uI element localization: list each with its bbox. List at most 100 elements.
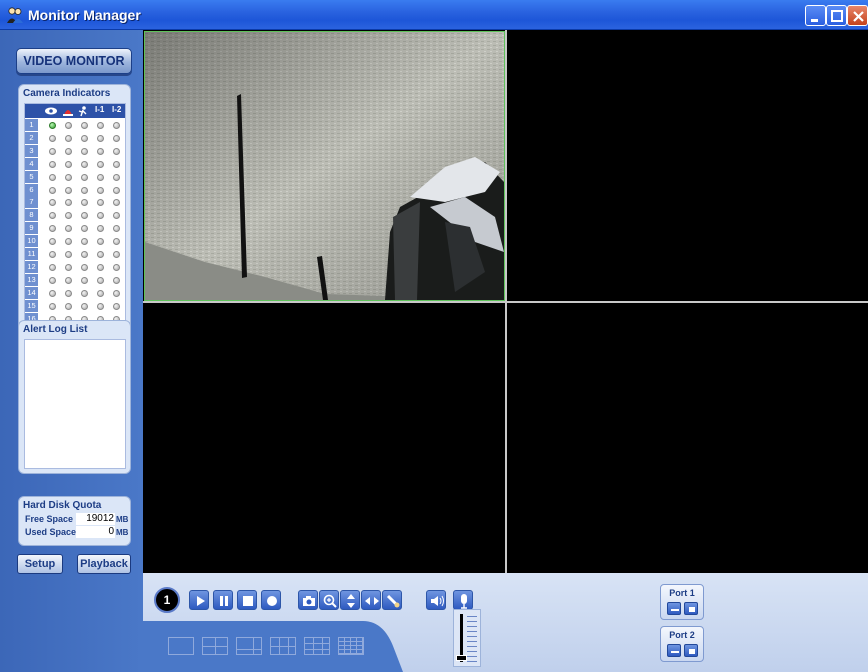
sidebar: VIDEO MONITOR Camera Indicators I-1 I-2 … (0, 30, 143, 672)
volume-knob[interactable] (456, 655, 467, 661)
indicator-dot (113, 199, 120, 207)
camera-number: 9 (25, 222, 38, 235)
port-1-off-button[interactable] (667, 602, 681, 615)
column-label-i1: I-1 (95, 105, 105, 114)
maximize-button[interactable] (826, 5, 847, 26)
video-cell-2[interactable] (507, 31, 868, 301)
indicator-dot (97, 134, 104, 142)
layout-6-button[interactable] (236, 637, 262, 655)
indicator-dot (65, 276, 72, 284)
camera-row[interactable]: 14 (25, 286, 125, 300)
snapshot-icon (303, 596, 315, 606)
selected-camera-indicator[interactable]: 1 (154, 587, 180, 613)
indicator-dot (65, 122, 72, 129)
pause-button[interactable] (213, 590, 233, 610)
indicator-dot (49, 122, 56, 129)
port-2-off-button[interactable] (667, 644, 681, 657)
port-2-on-button[interactable] (684, 644, 698, 657)
indicator-dot (113, 225, 120, 233)
minus-icon (671, 651, 679, 653)
layout-9-button[interactable] (304, 637, 330, 655)
stop-button[interactable] (237, 590, 257, 610)
indicator-dot (81, 225, 88, 233)
camera-row[interactable]: 6 (25, 183, 125, 197)
speaker-button[interactable] (426, 590, 446, 610)
indicator-dot (97, 251, 104, 258)
indicator-dot (65, 199, 72, 207)
indicator-dot (81, 160, 88, 168)
record-button[interactable] (261, 590, 281, 610)
indicator-dot (81, 289, 88, 297)
video-cell-4[interactable] (507, 303, 868, 573)
close-button[interactable] (847, 5, 868, 26)
camera-row[interactable]: 1 (25, 119, 125, 132)
layout-8-button[interactable] (270, 637, 296, 655)
indicator-dot (81, 212, 88, 220)
indicator-dot (81, 173, 88, 181)
indicator-dot (97, 199, 104, 207)
camera-row[interactable]: 4 (25, 157, 125, 171)
minimize-icon (811, 19, 818, 22)
microphone-button[interactable] (453, 590, 473, 610)
indicator-dot (65, 212, 72, 220)
camera-indicators-grid: I-1 I-2 1 2 3 4 5 6 7 8 9 10 11 12 13 14 15 16 (24, 103, 126, 325)
grid-divider-horizontal (143, 301, 868, 303)
indicator-dot (49, 173, 56, 181)
indicator-dot (65, 147, 72, 155)
playback-button[interactable]: Playback (77, 554, 131, 574)
indicator-dot (49, 186, 56, 194)
volume-slider[interactable] (453, 609, 481, 667)
pan-button[interactable] (361, 590, 381, 610)
camera-row[interactable]: 13 (25, 273, 125, 287)
tilt-button[interactable] (340, 590, 360, 610)
window-title: Monitor Manager (28, 7, 141, 23)
focus-button[interactable] (382, 590, 402, 610)
camera-row[interactable]: 2 (25, 131, 125, 145)
indicator-dot (65, 134, 72, 142)
camera-number: 15 (25, 299, 38, 312)
play-button[interactable] (189, 590, 209, 610)
port-1-control: Port 1 (660, 584, 704, 620)
camera-number: 13 (25, 273, 38, 286)
indicator-dot (97, 147, 104, 155)
indicator-dot (81, 147, 88, 155)
camera-row[interactable]: 9 (25, 222, 125, 235)
snapshot-button[interactable] (298, 590, 318, 610)
camera-row[interactable]: 3 (25, 144, 125, 158)
alarm-icon (63, 110, 73, 116)
indicator-dot (113, 276, 120, 284)
indicator-dot (65, 173, 72, 181)
video-monitor-button[interactable]: VIDEO MONITOR (16, 48, 132, 74)
camera-row[interactable]: 7 (25, 196, 125, 209)
indicator-dot (49, 276, 56, 284)
title-bar[interactable]: Monitor Manager (0, 0, 868, 30)
indicator-dot (49, 147, 56, 155)
alert-log-list[interactable] (24, 339, 126, 469)
setup-button[interactable]: Setup (17, 554, 63, 574)
indicator-dot (81, 238, 88, 246)
camera-indicators-title: Camera Indicators (23, 88, 111, 99)
video-cell-1[interactable] (144, 31, 505, 301)
video-cell-3[interactable] (144, 303, 505, 573)
camera-row[interactable]: 5 (25, 170, 125, 184)
port-1-on-button[interactable] (684, 602, 698, 615)
minimize-button[interactable] (805, 5, 826, 26)
indicator-dot (97, 238, 104, 246)
used-space-value: 0 (76, 526, 115, 538)
control-bar: 1 Port 1 Port 2 (143, 573, 868, 672)
indicator-dot (97, 186, 104, 194)
camera-row[interactable]: 12 (25, 260, 125, 274)
camera-row[interactable]: 10 (25, 235, 125, 248)
camera-row[interactable]: 11 (25, 248, 125, 261)
camera-row[interactable]: 8 (25, 209, 125, 222)
layout-1-button[interactable] (168, 637, 194, 655)
camera-row[interactable]: 15 (25, 299, 125, 313)
pan-icon (365, 597, 379, 605)
zoom-button[interactable] (319, 590, 339, 610)
alert-log-title: Alert Log List (23, 324, 88, 335)
indicator-dot (113, 289, 120, 297)
layout-16-button[interactable] (338, 637, 364, 655)
layout-4-button[interactable] (202, 637, 228, 655)
minus-icon (671, 609, 679, 611)
indicator-dot (65, 238, 72, 246)
